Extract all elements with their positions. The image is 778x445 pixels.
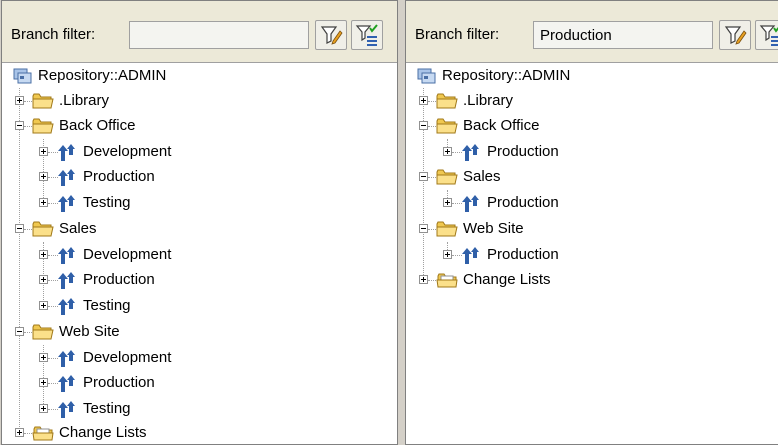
expand-toggle[interactable]: [419, 96, 428, 105]
expand-toggle[interactable]: [39, 378, 48, 387]
expand-toggle[interactable]: [39, 172, 48, 181]
folder-open-icon: [436, 116, 458, 136]
tree-node-label: Development: [83, 143, 172, 160]
tree-node-label: Testing: [83, 194, 131, 211]
tree-node-label: Back Office: [463, 117, 540, 134]
expand-toggle[interactable]: [39, 250, 48, 259]
branch-icon: [460, 245, 482, 265]
collapse-toggle[interactable]: [419, 172, 428, 181]
tree-node-label: Development: [83, 246, 172, 263]
tree-node-label: Back Office: [59, 117, 136, 134]
branch-filter-label: Branch filter:: [415, 26, 500, 43]
tree-node-label: .Library: [463, 92, 514, 109]
branch-filter-input[interactable]: [129, 21, 309, 49]
tree-node-label: Sales: [463, 168, 501, 185]
expand-toggle[interactable]: [443, 198, 452, 207]
expand-toggle[interactable]: [39, 198, 48, 207]
collapse-toggle[interactable]: [15, 224, 24, 233]
tree-node-label: Web Site: [59, 323, 120, 340]
branch-filter-bar: Branch filter:: [2, 1, 397, 63]
expand-toggle[interactable]: [15, 96, 24, 105]
branch-tree: Repository::ADMIN .Library Back Office P…: [406, 62, 778, 444]
folder-open-icon: [32, 322, 54, 342]
repository-icon: [416, 66, 438, 86]
branch-icon: [56, 348, 78, 368]
expand-toggle[interactable]: [39, 404, 48, 413]
edit-filter-button[interactable]: [719, 20, 751, 50]
branch-tree: Repository::ADMIN .Library Back Office D…: [2, 62, 397, 444]
branch-tree-panel-right: Branch filter: Repository::ADMIN .Librar…: [405, 0, 778, 445]
collapse-toggle[interactable]: [15, 327, 24, 336]
expand-toggle[interactable]: [15, 428, 24, 437]
folder-open-icon: [436, 219, 458, 239]
tree-node-label: Sales: [59, 220, 97, 237]
tree-node-label: Production: [83, 374, 155, 391]
filter-edit-icon: [319, 23, 343, 47]
tree-node-label: Production: [83, 168, 155, 185]
tree-node-label: Repository::ADMIN: [38, 67, 167, 84]
expand-toggle[interactable]: [39, 147, 48, 156]
expand-toggle[interactable]: [443, 250, 452, 259]
tree-node-label: Development: [83, 349, 172, 366]
collapse-toggle[interactable]: [419, 121, 428, 130]
tree-node-label: Testing: [83, 297, 131, 314]
filter-edit-icon: [723, 23, 747, 47]
branch-icon: [56, 296, 78, 316]
branch-filter-input[interactable]: [533, 21, 713, 49]
tree-node-label: Change Lists: [59, 424, 147, 441]
branch-icon: [56, 142, 78, 162]
tree-node-label: Production: [487, 143, 559, 160]
edit-filter-button[interactable]: [315, 20, 347, 50]
branch-icon: [56, 399, 78, 419]
filter-list-icon: [355, 23, 379, 47]
branch-icon: [460, 142, 482, 162]
tree-node-label: Web Site: [463, 220, 524, 237]
tree-node-label: Change Lists: [463, 271, 551, 288]
tree-node-label: Testing: [83, 400, 131, 417]
tree-node-label: Production: [83, 271, 155, 288]
tree-node-label: Production: [487, 194, 559, 211]
change-lists-icon: [436, 270, 458, 290]
branch-icon: [56, 193, 78, 213]
branch-tree-panel-left: Branch filter: Repository::ADMIN .Librar…: [1, 0, 398, 445]
expand-toggle[interactable]: [419, 275, 428, 284]
expand-toggle[interactable]: [39, 353, 48, 362]
folder-open-icon: [436, 167, 458, 187]
expand-toggle[interactable]: [39, 275, 48, 284]
collapse-toggle[interactable]: [15, 121, 24, 130]
folder-open-icon: [32, 116, 54, 136]
branch-icon: [56, 373, 78, 393]
folder-open-icon: [32, 219, 54, 239]
filter-list-button[interactable]: [755, 20, 778, 50]
change-lists-icon: [32, 423, 54, 443]
tree-node-label: .Library: [59, 92, 110, 109]
branch-icon: [460, 193, 482, 213]
branch-icon: [56, 167, 78, 187]
folder-icon: [436, 91, 458, 111]
branch-icon: [56, 245, 78, 265]
branch-filter-label: Branch filter:: [11, 26, 96, 43]
branch-filter-bar: Branch filter:: [406, 1, 778, 63]
branch-icon: [56, 270, 78, 290]
filter-list-button[interactable]: [351, 20, 383, 50]
filter-list-icon: [759, 23, 778, 47]
folder-icon: [32, 91, 54, 111]
expand-toggle[interactable]: [39, 301, 48, 310]
repository-icon: [12, 66, 34, 86]
expand-toggle[interactable]: [443, 147, 452, 156]
tree-node-label: Production: [487, 246, 559, 263]
tree-node-label: Repository::ADMIN: [442, 67, 571, 84]
collapse-toggle[interactable]: [419, 224, 428, 233]
